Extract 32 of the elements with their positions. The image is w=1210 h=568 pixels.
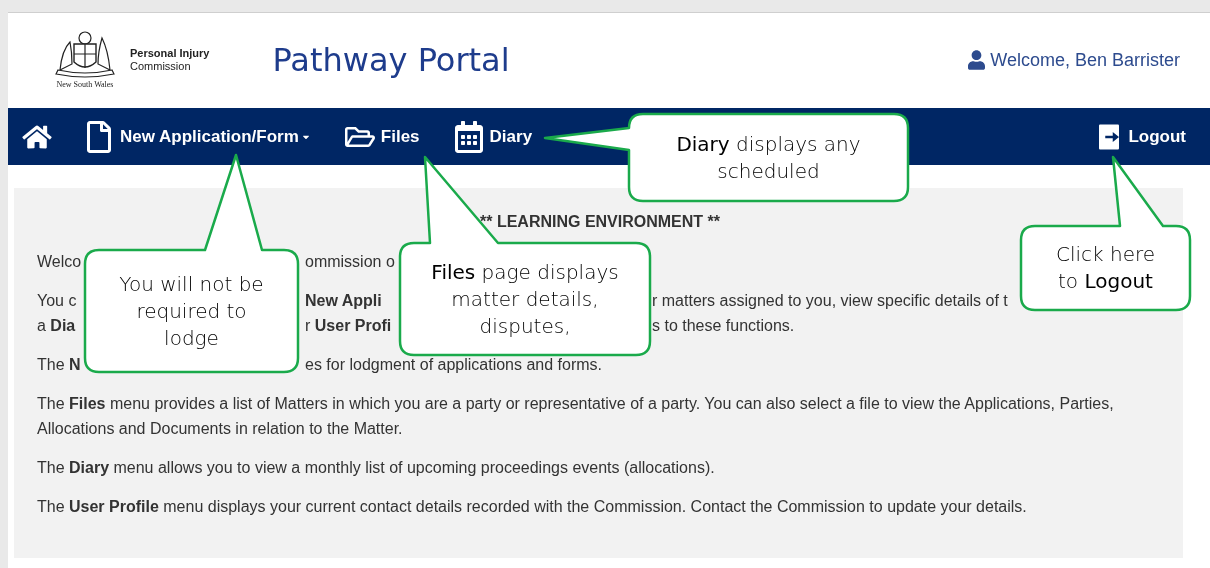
home-link[interactable]	[20, 123, 54, 150]
paragraph-fragment: es for lodgment of applications and forms.	[305, 356, 603, 373]
nav-link[interactable]: Files	[344, 120, 420, 153]
user-icon	[968, 50, 986, 70]
callout-text: Files page displays matter details, disputes,	[430, 258, 620, 340]
nav-link[interactable]: Diary	[453, 120, 533, 153]
nav-link[interactable]: New Application/Form	[84, 120, 311, 153]
callout-text: Click here to Logout	[1054, 241, 1157, 295]
help-paragraph: The User Profile menu displays your current contact details recorded with the Commission. Contact the Commission to update your details.	[37, 497, 1028, 517]
paragraph-fragment: s to these functions.	[652, 317, 795, 334]
org-name: Personal Injury	[130, 47, 210, 60]
paragraph-fragment: The N	[37, 356, 81, 373]
environment-heading: ** LEARNING ENVIRONMENT **	[479, 212, 721, 232]
calendar-icon	[453, 120, 484, 153]
paragraph-fragment: You c	[37, 292, 77, 309]
org-name: Commission	[130, 60, 192, 73]
home-icon	[22, 123, 52, 150]
paragraph-fragment: ommission o	[305, 253, 395, 270]
callout-text: Diary displays any scheduled	[675, 130, 862, 185]
paragraph-fragment: r matters assigned to you, view specific details of t	[652, 292, 1008, 309]
file-icon	[84, 120, 114, 153]
paragraph-fragment: Welco	[37, 253, 82, 270]
callout-text: You will not be required to lodge	[118, 270, 265, 352]
paragraph-fragment: a Dia	[37, 317, 76, 334]
logo-caption: New South Wales	[56, 80, 114, 90]
portal-title: Pathway Portal	[272, 40, 510, 81]
logout-link[interactable]: Logout	[1094, 121, 1186, 152]
help-paragraph: The Diary menu allows you to view a monthly list of upcoming proceedings events (allocations).	[37, 458, 716, 478]
paragraph-fragment: r User Profi	[305, 317, 392, 334]
welcome-text: Welcome, Ben Barrister	[990, 48, 1180, 72]
help-paragraph: The Files menu provides a list of Matters in which you are a party or representative of a party. You can also select a file to view the Applications, Parties, Allocations and Documents in relation to the Matter.	[37, 394, 1115, 439]
paragraph-fragment: New Appli	[305, 292, 382, 309]
